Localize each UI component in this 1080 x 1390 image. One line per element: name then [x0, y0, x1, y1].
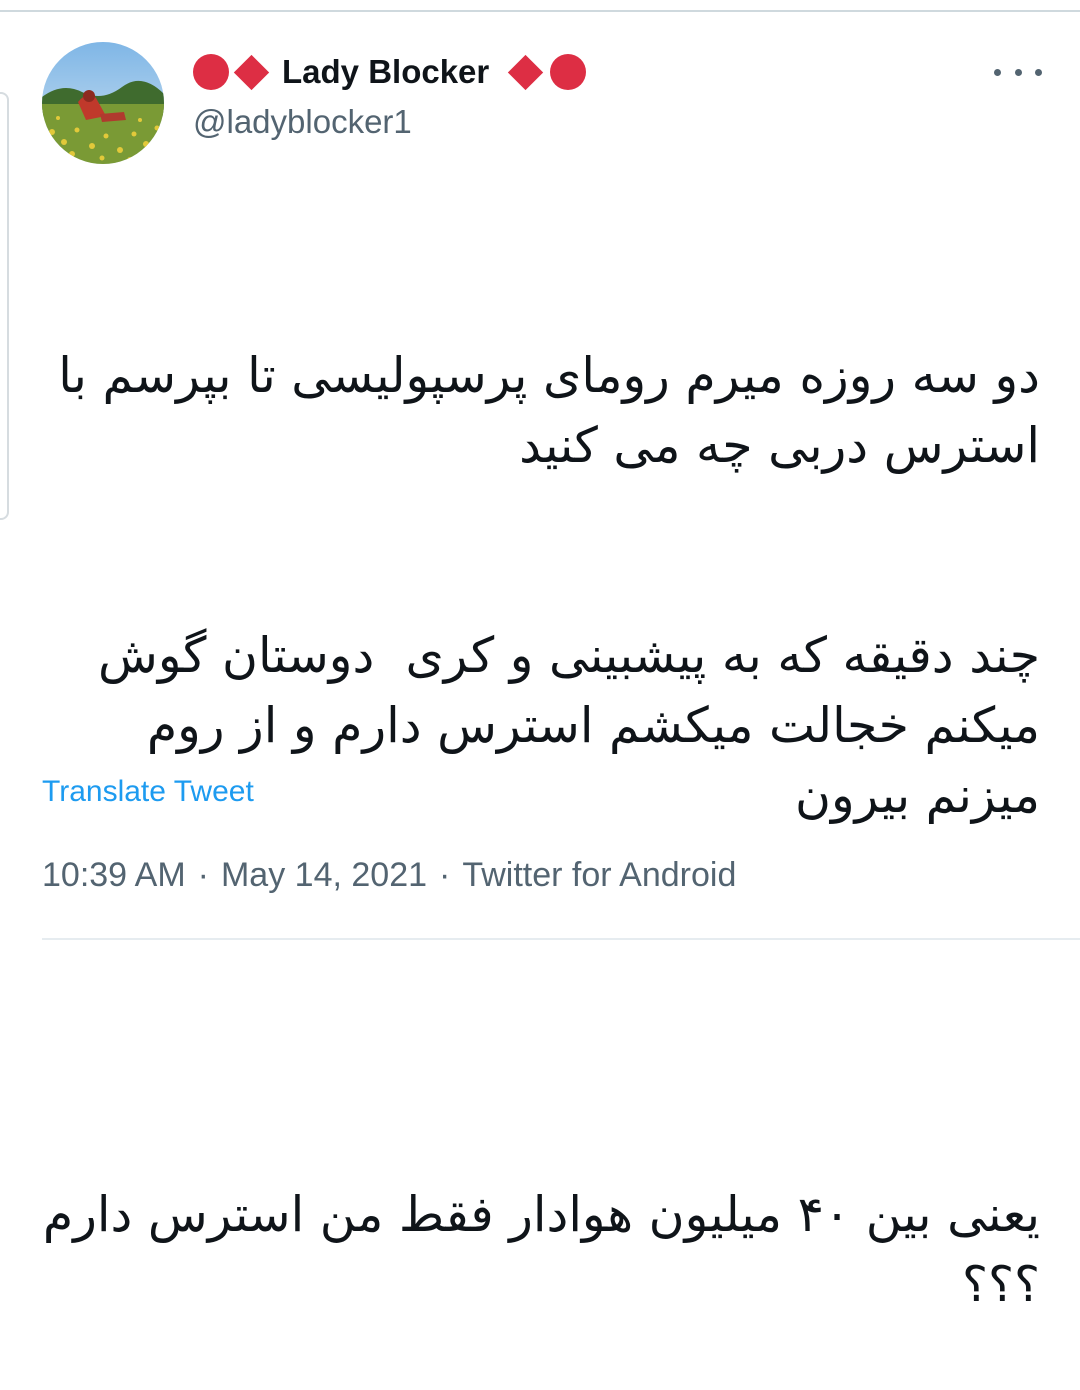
- translate-tweet-link[interactable]: Translate Tweet: [42, 772, 254, 812]
- more-options-button[interactable]: [994, 56, 1042, 88]
- more-horizontal-icon: [1014, 68, 1022, 76]
- meta-separator: ·: [439, 856, 451, 894]
- top-divider: [0, 10, 1080, 12]
- avatar[interactable]: [42, 42, 164, 164]
- red-diamond-icon: [233, 54, 270, 90]
- tweet-meta: 10:39 AM · May 14, 2021 · Twitter for Androi…: [42, 852, 736, 898]
- tweet-date[interactable]: May 14, 2021: [221, 856, 427, 894]
- tweet-paragraph: دو سه روزه میرم رومای پرسپولیسی تا بپرسم…: [42, 347, 1040, 474]
- author-name-row[interactable]: Lady Blocker: [193, 50, 587, 94]
- author-display-name[interactable]: Lady Blocker: [282, 50, 489, 94]
- meta-separator: ·: [197, 856, 209, 894]
- bottom-divider: [42, 938, 1080, 940]
- tweet-paragraph: یعنی بین ۴۰ میلیون هوادار فقط من استرس د…: [27, 1186, 1040, 1313]
- red-circle-icon: [193, 54, 229, 90]
- more-horizontal-icon: [994, 68, 1001, 76]
- red-diamond-icon: [508, 54, 544, 90]
- red-circle-icon: [550, 54, 587, 90]
- tweet-source[interactable]: Twitter for Android: [462, 856, 736, 894]
- scroll-edge: [0, 92, 9, 520]
- avatar-image: [42, 42, 164, 164]
- tweet-time[interactable]: 10:39 AM: [42, 856, 186, 894]
- more-horizontal-icon: [1035, 68, 1042, 76]
- author-handle[interactable]: @ladyblocker1: [193, 100, 412, 144]
